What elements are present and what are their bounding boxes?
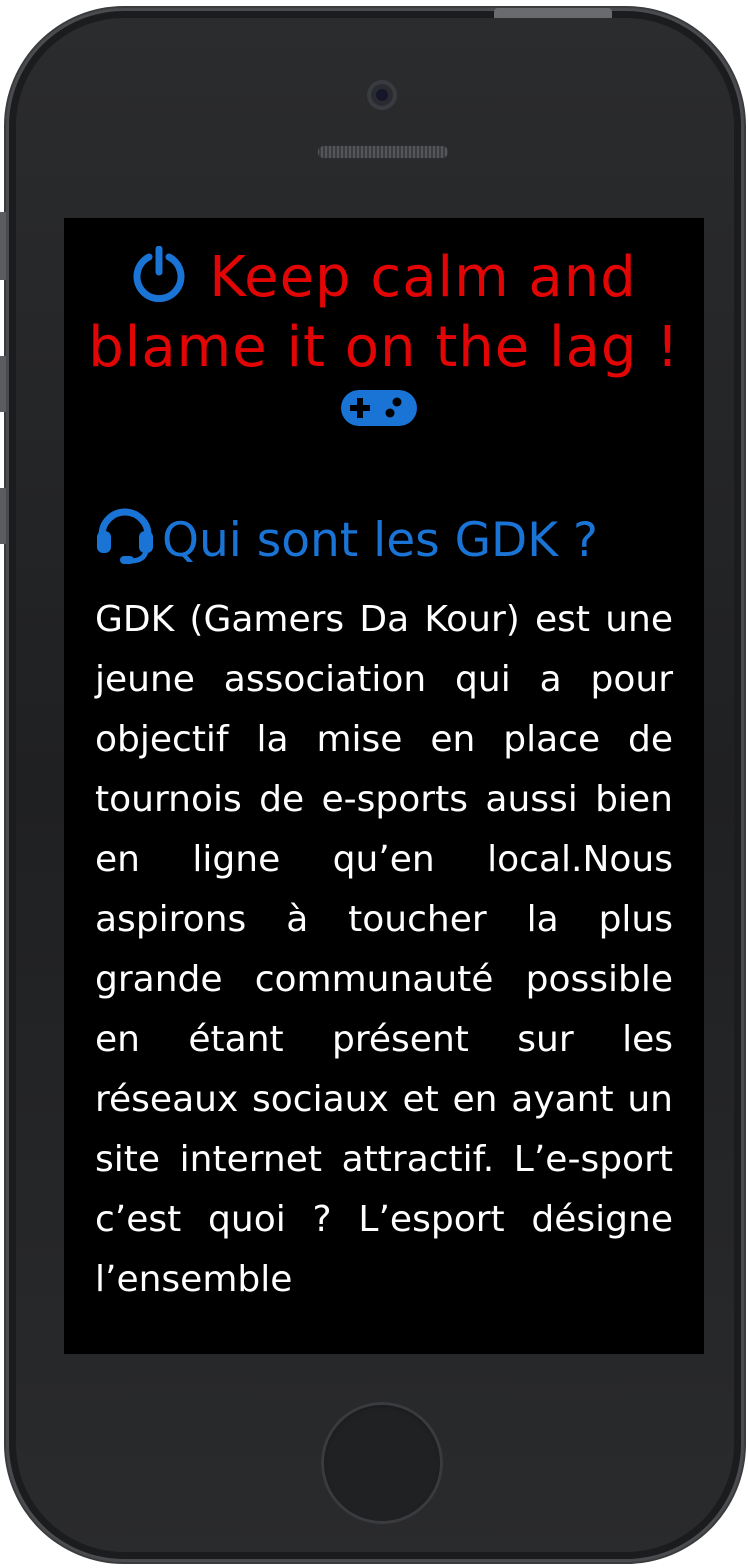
earpiece-speaker xyxy=(317,145,449,159)
headset-icon xyxy=(94,503,156,577)
volume-up-button[interactable] xyxy=(0,356,6,412)
phone-frame: Keep calm and blame it on the lag ! Qui … xyxy=(0,8,744,1562)
headline: Keep calm and blame it on the lag ! xyxy=(64,245,704,380)
front-camera xyxy=(367,80,397,110)
volume-down-button[interactable] xyxy=(0,488,6,544)
section-body: GDK (Gamers Da Kour) est une jeune assoc… xyxy=(95,599,673,1300)
home-button[interactable] xyxy=(321,1402,443,1524)
section-title: Qui sont les GDK ? xyxy=(94,508,598,570)
power-button[interactable] xyxy=(494,8,612,18)
power-icon xyxy=(131,245,187,316)
screen[interactable]: Keep calm and blame it on the lag ! Qui … xyxy=(64,218,704,1354)
section-title-text: Qui sont les GDK ? xyxy=(162,512,598,568)
mute-switch[interactable] xyxy=(0,212,6,280)
gamepad-icon xyxy=(340,388,418,432)
